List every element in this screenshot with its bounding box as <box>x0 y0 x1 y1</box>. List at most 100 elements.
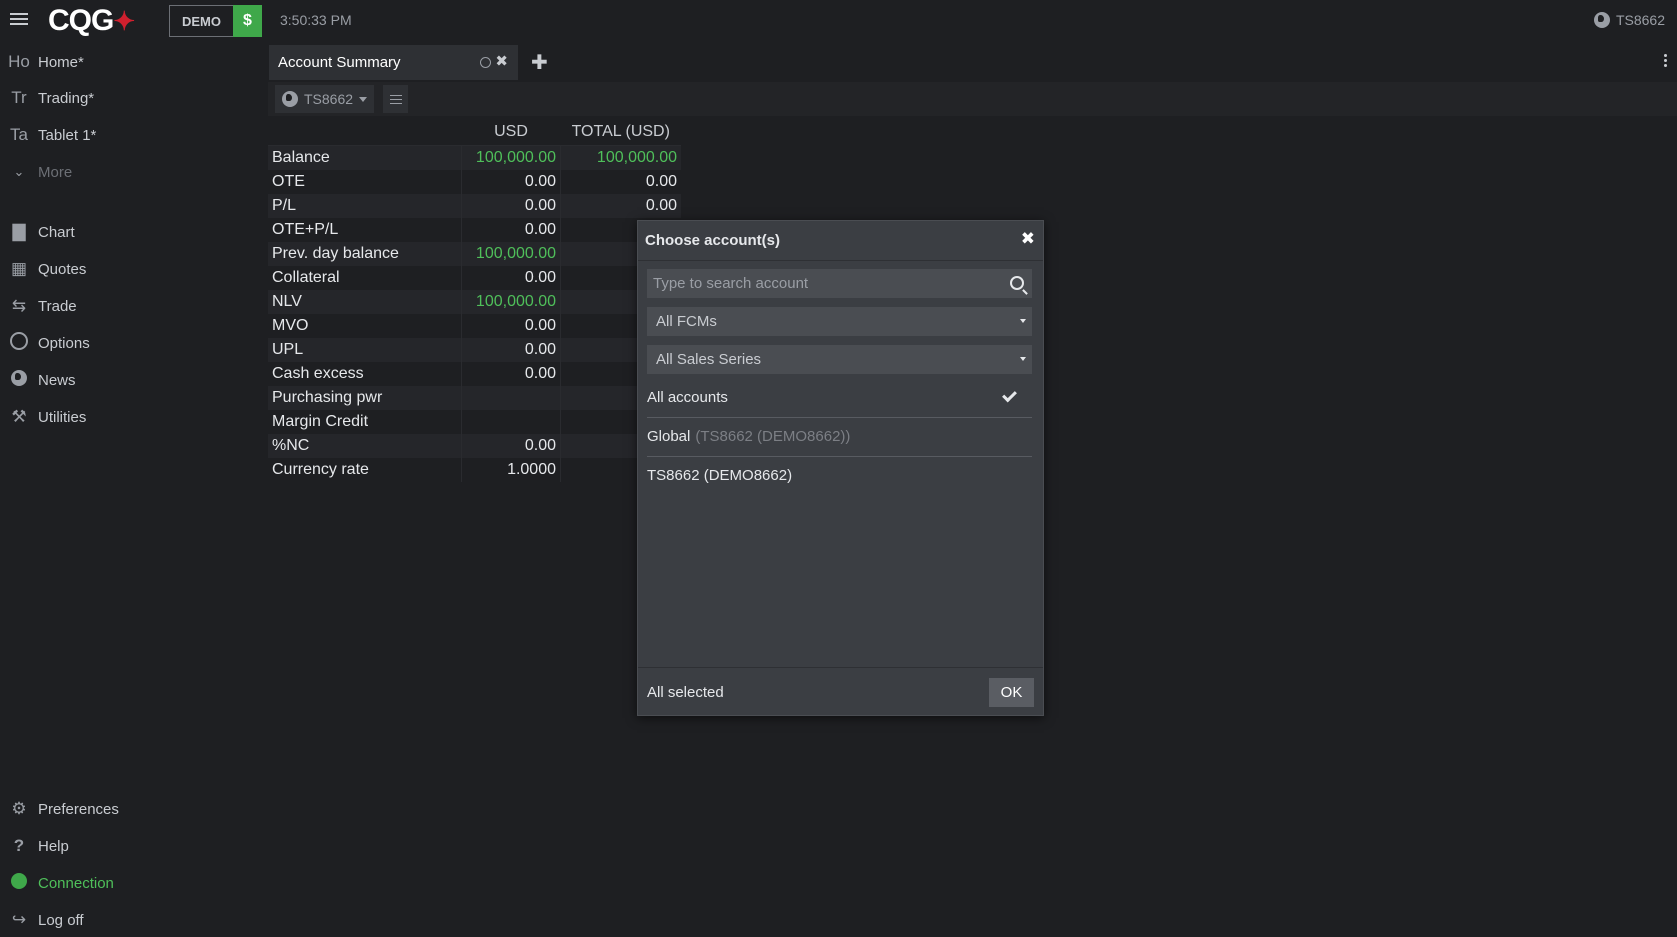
top-bar: CQG✦ DEMO $ 3:50:33 PM TS8662 <box>0 0 1677 42</box>
all-accounts-option[interactable]: All accounts <box>647 378 1032 418</box>
row-label: Cash excess <box>268 362 462 386</box>
logoff-icon: ↪ <box>11 910 27 929</box>
option-sublabel: (TS8662 (DEMO8662)) <box>695 428 851 445</box>
circle-icon <box>0 331 38 355</box>
sidebar-item-quotes[interactable]: ▦ Quotes <box>0 252 268 286</box>
sidebar-item-trade[interactable]: ⇆ Trade <box>0 289 268 323</box>
sidebar-item-more[interactable]: ⌄ More <box>0 155 268 189</box>
hamburger-menu-icon[interactable] <box>10 10 28 28</box>
table-row: Currency rate 1.0000 <box>268 458 681 482</box>
selection-status: All selected <box>647 684 724 701</box>
dialog-title: Choose account(s) <box>645 232 781 249</box>
sidebar-item-options[interactable]: Options <box>0 326 268 360</box>
option-label: All accounts <box>647 389 728 406</box>
question-icon: ? <box>13 836 25 855</box>
sidebar-item-label: Quotes <box>38 260 87 278</box>
sales-series-dropdown[interactable]: All Sales Series <box>647 345 1032 374</box>
gears-icon: ⚙ <box>11 799 27 818</box>
exchange-icon: ⇆ <box>11 296 27 315</box>
row-label: Balance <box>268 145 462 170</box>
search-icon[interactable] <box>1010 276 1024 290</box>
table-row: Purchasing pwr100,0 <box>268 386 681 410</box>
sidebar-item-label: Home* <box>38 53 84 71</box>
row-label: Purchasing pwr <box>268 386 462 410</box>
sidebar-item-label: Preferences <box>38 800 119 818</box>
table-row: Cash excess 0.00 <box>268 362 681 386</box>
sidebar-item-utilities[interactable]: ⚒ Utilities <box>0 400 268 434</box>
table-row: Margin Credit <box>268 410 681 434</box>
row-label: NLV <box>268 290 462 314</box>
fcm-filter-dropdown[interactable]: All FCMs <box>647 307 1032 336</box>
sidebar-item-preferences[interactable]: ⚙ Preferences <box>0 792 268 826</box>
table-row: MVO 0.00 <box>268 314 681 338</box>
tab-account-summary[interactable]: Account Summary ✖ <box>269 45 518 80</box>
row-label: Prev. day balance <box>268 242 462 266</box>
sidebar-item-news[interactable]: News <box>0 363 268 397</box>
account-summary-table: USD TOTAL (USD) Balance 100,000.00 100,000… <box>268 118 681 482</box>
close-icon[interactable]: ✖ <box>1021 229 1035 249</box>
sidebar-item-chart[interactable]: ▇ Chart <box>0 215 268 249</box>
usd-value: 0.00 <box>461 362 561 386</box>
usd-value: 100,000.00 <box>461 145 561 170</box>
column-header: TOTAL (USD) <box>560 118 681 146</box>
ok-button[interactable]: OK <box>989 678 1034 707</box>
account-selector-label: TS8662 <box>304 91 354 107</box>
clock: 3:50:33 PM <box>280 12 352 28</box>
current-account-label: TS8662 <box>1615 12 1665 28</box>
option-label: Global <box>647 428 691 445</box>
workspace-abbr: Tr <box>11 88 27 107</box>
sidebar-item-label: More <box>38 163 73 181</box>
sidebar-item-tablet[interactable]: Ta Tablet 1* <box>0 118 268 152</box>
choose-accounts-dialog: Choose account(s) ✖ All FCMs All Sales S… <box>637 220 1044 716</box>
account-option[interactable]: TS8662 (DEMO8662) <box>647 456 1032 495</box>
usd-value: 100,000.00 <box>461 242 561 266</box>
chevron-down-icon: ⌄ <box>13 164 25 179</box>
row-label: OTE+P/L <box>268 218 462 242</box>
usd-value: 0.00 <box>461 266 561 290</box>
table-icon: ▦ <box>10 259 28 278</box>
table-row: OTE+P/L 0.00 <box>268 218 681 242</box>
table-row: %NC 0.00 <box>268 434 681 458</box>
row-label: OTE <box>268 170 462 194</box>
table-row: Balance 100,000.00 100,000.00 <box>268 145 681 170</box>
account-selector[interactable]: TS8662 <box>275 85 375 113</box>
row-label: P/L <box>268 194 462 218</box>
table-row: NLV100,000.00100,0 <box>268 290 681 314</box>
sidebar-item-trading[interactable]: Tr Trading* <box>0 81 268 115</box>
demo-badge[interactable]: DEMO $ <box>169 4 262 37</box>
sidebar: Ho Home* Tr Trading* Ta Tablet 1* ⌄ More… <box>0 42 268 935</box>
settings-sliders-button[interactable] <box>383 85 408 113</box>
row-label: Currency rate <box>268 458 462 482</box>
add-tab-button[interactable]: ✚ <box>531 50 548 75</box>
caret-down-icon <box>1020 319 1026 323</box>
sidebar-item-label: Connection <box>38 874 114 892</box>
row-label: UPL <box>268 338 462 362</box>
chart-icon: ▇ <box>12 222 26 241</box>
check-icon <box>1002 387 1017 403</box>
sidebar-item-label: Help <box>38 837 69 855</box>
sidebar-item-label: News <box>38 371 76 389</box>
usd-value <box>461 410 561 434</box>
wrench-icon: ⚒ <box>11 407 27 426</box>
table-row: Collateral 0.00 <box>268 266 681 290</box>
usd-value <box>461 386 561 410</box>
sidebar-item-connection[interactable]: Connection <box>0 866 268 900</box>
dropdown-value: All Sales Series <box>656 351 762 368</box>
more-options-icon[interactable] <box>1664 54 1667 69</box>
table-row: UPL 0.00 <box>268 338 681 362</box>
globe-icon <box>0 369 38 391</box>
table-row: OTE 0.00 0.00 <box>268 170 681 194</box>
row-label: Margin Credit <box>268 410 462 434</box>
column-header: USD <box>461 118 561 146</box>
global-option[interactable]: Global (TS8662 (DEMO8662)) <box>647 417 1032 457</box>
sidebar-item-help[interactable]: ? Help <box>0 829 268 863</box>
close-icon[interactable]: ✖ <box>495 52 508 70</box>
caret-down-icon <box>1020 357 1026 361</box>
usd-value: 1.0000 <box>461 458 561 482</box>
sidebar-item-home[interactable]: Ho Home* <box>0 45 268 79</box>
dialog-header: Choose account(s) ✖ <box>638 221 1043 261</box>
search-input[interactable] <box>647 269 987 298</box>
row-label: Collateral <box>268 266 462 290</box>
current-account[interactable]: TS8662 <box>1593 12 1665 28</box>
sidebar-item-logoff[interactable]: ↪ Log off <box>0 903 268 937</box>
